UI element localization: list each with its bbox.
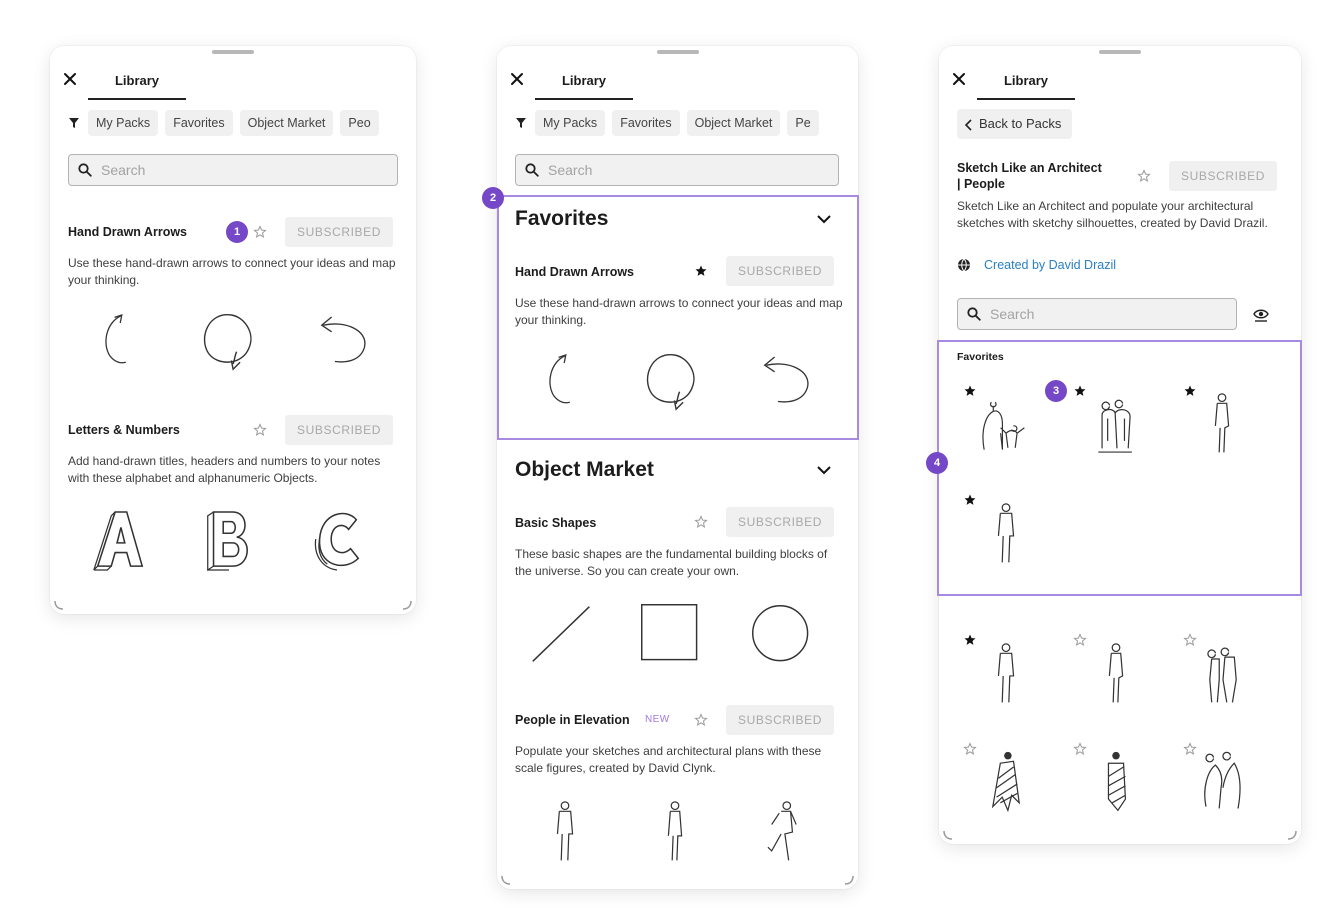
line-shape-thumbnail[interactable] xyxy=(529,601,595,667)
pack-title: Letters & Numbers xyxy=(68,423,180,437)
search-placeholder: Search xyxy=(548,162,593,178)
pack-description: Add hand-drawn titles, headers and numbe… xyxy=(68,454,381,485)
resize-corner-icon[interactable] xyxy=(844,875,854,885)
star-filled-icon[interactable] xyxy=(963,633,977,647)
globe-icon xyxy=(958,258,970,272)
square-shape-thumbnail[interactable] xyxy=(639,602,703,666)
back-to-packs-button[interactable]: Back to Packs xyxy=(957,109,1073,139)
chip-favorites[interactable]: Favorites xyxy=(612,110,680,136)
person-running-thumbnail[interactable] xyxy=(764,800,802,866)
annotation-marker-4: 4 xyxy=(926,452,948,474)
person-hatched-thumbnail[interactable] xyxy=(987,750,1025,816)
pack-title: Basic Shapes xyxy=(515,516,597,530)
star-outline-icon[interactable] xyxy=(1137,169,1151,183)
search-icon xyxy=(525,163,539,177)
resize-corner-icon xyxy=(501,875,511,885)
search-input[interactable]: Search xyxy=(68,154,398,186)
star-outline-icon[interactable] xyxy=(1073,633,1087,647)
resize-corner-icon xyxy=(943,830,953,840)
pack-description: Use these hand-drawn arrows to connect y… xyxy=(68,256,396,287)
circle-shape-thumbnail[interactable] xyxy=(750,603,814,667)
pack-title: People in Elevation xyxy=(515,713,630,727)
pack-description: Populate your sketches and architectural… xyxy=(515,744,822,775)
subscribed-badge[interactable]: SUBSCRIBED xyxy=(726,507,835,537)
pack-description: Sketch Like an Architect and populate yo… xyxy=(957,199,1268,230)
sheet-grabber[interactable] xyxy=(1099,50,1141,54)
subscribed-badge[interactable]: SUBSCRIBED xyxy=(285,217,394,247)
favorites-grid-highlight-box xyxy=(937,340,1302,596)
subscribed-badge[interactable]: SUBSCRIBED xyxy=(726,705,835,735)
resize-corner-icon xyxy=(54,600,64,610)
chip-object-market[interactable]: Object Market xyxy=(686,110,781,136)
annotation-marker-1: 1 xyxy=(226,221,248,243)
filter-chip-row: My Packs Favorites Object Market Peo xyxy=(68,110,416,140)
resize-corner-icon[interactable] xyxy=(1287,830,1297,840)
chip-object-market[interactable]: Object Market xyxy=(239,110,334,136)
star-outline-icon[interactable] xyxy=(253,423,267,437)
chevron-left-icon xyxy=(964,118,972,131)
close-icon[interactable] xyxy=(509,71,525,87)
arrow-curve-left-thumbnail[interactable] xyxy=(97,308,145,378)
person-standing-thumbnail[interactable] xyxy=(991,642,1021,708)
tab-library[interactable]: Library xyxy=(535,70,633,100)
letter-a-thumbnail[interactable] xyxy=(90,506,148,574)
chevron-down-icon[interactable] xyxy=(816,465,832,475)
star-outline-icon[interactable] xyxy=(1183,633,1197,647)
new-badge: NEW xyxy=(645,714,670,725)
library-panel-1: Library My Packs Favorites Object Market Pe… xyxy=(50,46,416,614)
filter-chip-row: My Packs Favorites Object Market Pe xyxy=(515,110,858,140)
subscribed-badge[interactable]: SUBSCRIBED xyxy=(285,415,394,445)
pack-title-line-1: Sketch Like an Architect xyxy=(957,161,1102,175)
people-pair-thumbnail[interactable] xyxy=(1204,642,1242,708)
eye-icon[interactable] xyxy=(1253,306,1269,322)
star-outline-icon[interactable] xyxy=(694,713,708,727)
pack-description: These basic shapes are the fundamental b… xyxy=(515,547,828,578)
chip-favorites[interactable]: Favorites xyxy=(165,110,233,136)
filter-icon[interactable] xyxy=(68,117,80,129)
search-placeholder: Search xyxy=(101,162,146,178)
subscribed-badge[interactable]: SUBSCRIBED xyxy=(1169,161,1278,191)
chip-people[interactable]: Peo xyxy=(340,110,379,136)
back-to-packs-label: Back to Packs xyxy=(979,116,1062,131)
annotation-marker-2: 2 xyxy=(482,187,504,209)
star-outline-icon[interactable] xyxy=(253,225,267,239)
person-hatched-thumbnail[interactable] xyxy=(1097,750,1135,816)
tab-library[interactable]: Library xyxy=(977,70,1075,100)
pack-title: Hand Drawn Arrows xyxy=(68,225,188,239)
search-icon xyxy=(967,307,981,321)
sheet-grabber[interactable] xyxy=(656,50,699,54)
resize-corner-icon[interactable] xyxy=(402,600,412,610)
chip-my-packs[interactable]: My Packs xyxy=(535,110,606,136)
close-icon[interactable] xyxy=(62,71,78,87)
favorites-highlight-box xyxy=(497,195,859,440)
creator-link[interactable]: Created by David Drazil xyxy=(984,258,1116,272)
arrow-loop-thumbnail[interactable] xyxy=(195,308,259,378)
close-icon[interactable] xyxy=(951,71,967,87)
annotation-marker-3: 3 xyxy=(1045,380,1067,402)
arrow-curve-back-thumbnail[interactable] xyxy=(312,312,376,378)
star-outline-icon[interactable] xyxy=(1183,742,1197,756)
star-outline-icon[interactable] xyxy=(694,515,708,529)
person-standing-thumbnail[interactable] xyxy=(660,800,690,866)
star-outline-icon[interactable] xyxy=(1073,742,1087,756)
pack-title-line-2: | People xyxy=(957,177,1005,191)
section-title-object-market: Object Market xyxy=(515,458,654,481)
letter-c-thumbnail[interactable] xyxy=(308,506,366,574)
chip-people[interactable]: Pe xyxy=(787,110,819,136)
star-outline-icon[interactable] xyxy=(963,742,977,756)
search-placeholder: Search xyxy=(990,306,1035,322)
person-walking-thumbnail[interactable] xyxy=(550,800,580,866)
search-icon xyxy=(78,163,92,177)
search-input[interactable]: Search xyxy=(957,298,1237,330)
sheet-grabber[interactable] xyxy=(212,50,254,54)
person-walking-thumbnail[interactable] xyxy=(1101,642,1131,708)
chip-my-packs[interactable]: My Packs xyxy=(88,110,159,136)
search-input[interactable]: Search xyxy=(515,154,839,186)
filter-icon[interactable] xyxy=(515,117,527,129)
library-panel-2: Library My Packs Favorites Object Market Pe… xyxy=(497,46,858,889)
letter-b-thumbnail[interactable] xyxy=(200,506,258,574)
people-pair-thumbnail[interactable] xyxy=(1197,750,1247,816)
tab-library[interactable]: Library xyxy=(88,70,186,100)
